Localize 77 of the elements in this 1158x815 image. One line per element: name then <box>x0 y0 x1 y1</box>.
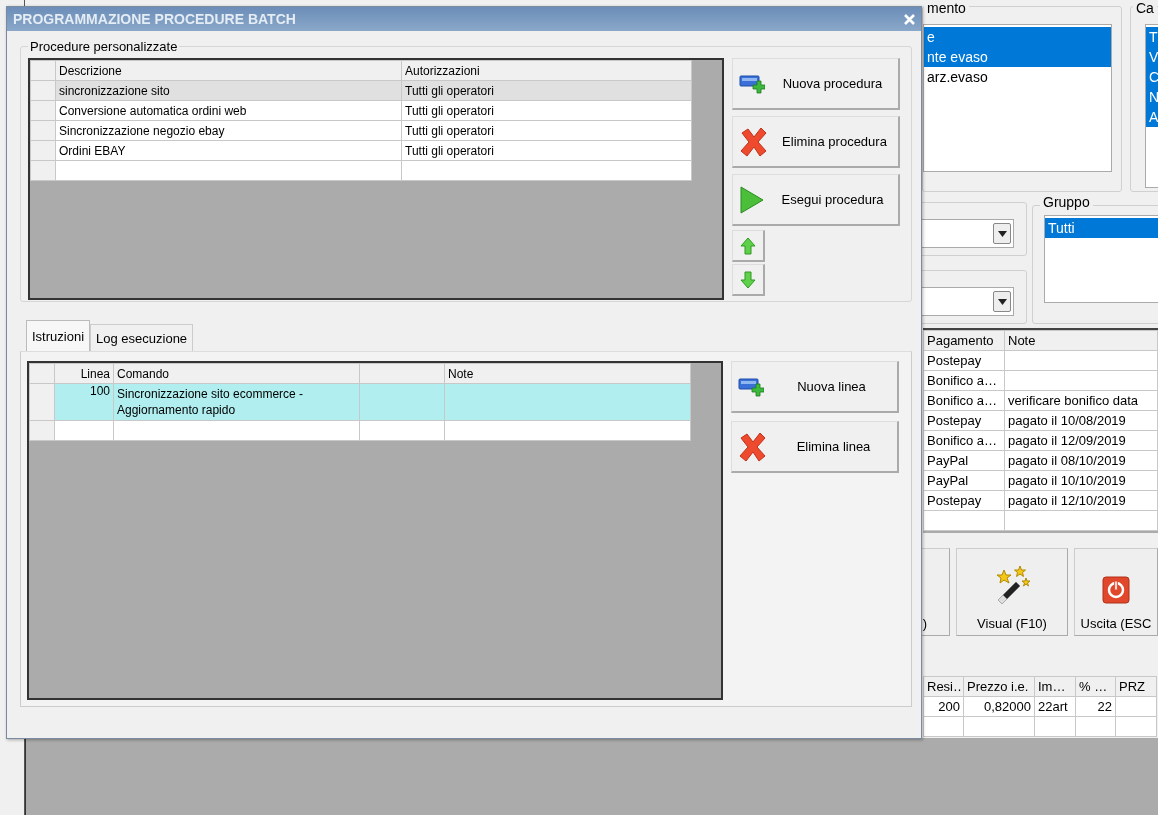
column-header: Linea <box>54 363 114 384</box>
table-cell: pagato il 12/10/2019 <box>1004 490 1158 511</box>
toolbar-button[interactable]: Visual (F10) <box>956 548 1068 636</box>
table-cell[interactable]: 100 <box>54 383 114 421</box>
table-cell[interactable]: Tutti gli operatori <box>401 140 692 161</box>
list-box[interactable]: Tutti <box>1044 215 1158 303</box>
caret-icon <box>997 298 1007 305</box>
list-box[interactable]: T V C N A <box>1145 24 1158 188</box>
group-title: mento <box>924 0 969 16</box>
table-cell: PayPal <box>923 450 1005 471</box>
table-cell: 200 <box>923 696 964 717</box>
list-item[interactable]: nte evaso <box>924 47 1111 67</box>
column-header: PRZ <box>1115 676 1157 697</box>
table-cell: 22 <box>1075 696 1116 717</box>
table-cell[interactable]: Conversione automatica ordini web <box>55 100 402 121</box>
column-header: Descrizione <box>55 60 402 81</box>
table-cell: Postepay <box>923 410 1005 431</box>
table-cell: Postepay <box>923 490 1005 511</box>
up-arrow-icon <box>740 236 756 255</box>
toolbar-button[interactable]: Uscita (ESC <box>1074 548 1158 636</box>
tab[interactable]: Log esecuzione <box>90 324 194 351</box>
column-header: % … <box>1075 676 1116 697</box>
group-title: Procedure personalizzate <box>29 39 179 54</box>
tab[interactable]: Istruzioni <box>26 320 91 351</box>
down-arrow-icon <box>740 270 756 289</box>
list-item[interactable]: arz.evaso <box>924 67 1111 87</box>
monitor-plus-icon <box>739 72 765 95</box>
table-cell[interactable]: Ordini EBAY <box>55 140 402 161</box>
close-icon[interactable] <box>904 13 915 25</box>
action-button[interactable]: Elimina linea <box>731 421 899 473</box>
table-cell: pagato il 10/10/2019 <box>1004 470 1158 491</box>
table-cell: pagato il 08/10/2019 <box>1004 450 1158 471</box>
power-icon <box>1102 576 1130 604</box>
list-item[interactable]: T <box>1146 27 1158 47</box>
list-item[interactable]: Tutti <box>1045 218 1158 238</box>
window-title: PROGRAMMAZIONE PROCEDURE BATCH <box>13 11 296 27</box>
list-box[interactable]: e nte evaso arz.evaso <box>923 24 1112 172</box>
caret-icon <box>997 230 1007 237</box>
column-header: Prezzo i.e. <box>963 676 1035 697</box>
table-cell: verificare bonifico data <box>1004 390 1158 411</box>
list-item[interactable]: V <box>1146 47 1158 67</box>
play-icon <box>739 184 765 215</box>
monitor-plus-icon <box>738 375 764 398</box>
column-header: Pagamento <box>923 330 1005 351</box>
table-cell[interactable]: Sincronizzazione sito ecommerce - Aggiornamento rapido <box>113 383 360 421</box>
cross-icon <box>738 431 768 462</box>
group-title: Ca <box>1133 0 1157 16</box>
action-button[interactable]: Nuova procedura <box>732 58 900 110</box>
list-item[interactable]: A <box>1146 107 1158 127</box>
cross-icon <box>739 126 769 157</box>
list-item[interactable]: C <box>1146 67 1158 87</box>
list-item[interactable]: e <box>924 27 1111 47</box>
column-header: Autorizzazioni <box>401 60 692 81</box>
table-cell: 0,82000 <box>963 696 1035 717</box>
table-cell: 22art <box>1034 696 1076 717</box>
column-header: Note <box>1004 330 1158 351</box>
move-button[interactable] <box>732 230 765 262</box>
column-header: Resi… <box>923 676 964 697</box>
column-header: Im… <box>1034 676 1076 697</box>
column-header: Comando <box>113 363 360 384</box>
table-cell[interactable]: Tutti gli operatori <box>401 120 692 141</box>
group-title: Gruppo <box>1040 194 1093 210</box>
action-button[interactable]: Nuova linea <box>731 361 899 413</box>
action-button[interactable]: Elimina procedura <box>732 116 900 168</box>
list-item[interactable]: N <box>1146 87 1158 107</box>
table-cell: Postepay <box>923 350 1005 371</box>
table-cell: PayPal <box>923 470 1005 491</box>
column-header: Note <box>444 363 691 384</box>
table-cell: pagato il 10/08/2019 <box>1004 410 1158 431</box>
table-cell[interactable]: Tutti gli operatori <box>401 100 692 121</box>
table-cell[interactable]: Sincronizzazione negozio ebay <box>55 120 402 141</box>
table-cell: Bonifico a… <box>923 370 1005 391</box>
table-cell: pagato il 12/09/2019 <box>1004 430 1158 451</box>
table-cell: Bonifico a… <box>923 390 1005 411</box>
action-button[interactable]: Esegui procedura <box>732 174 900 226</box>
table-cell: Bonifico a… <box>923 430 1005 451</box>
move-button[interactable] <box>732 264 765 296</box>
